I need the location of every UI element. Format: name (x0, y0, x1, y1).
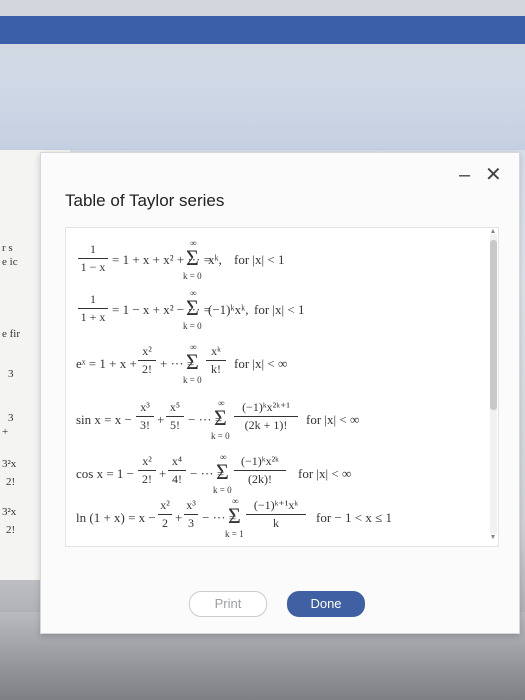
term-denominator: (2k)! (248, 472, 272, 486)
fraction-denominator: 3 (188, 516, 194, 530)
sigma-icon: Σ (214, 405, 227, 430)
bg-fragment: 2! (6, 476, 16, 488)
fraction-denominator: 5! (170, 418, 180, 432)
fraction: x³ 3 (184, 498, 198, 531)
fraction: x⁴ 4! (168, 454, 186, 487)
series-row-geometric: 1 1 − x = 1 + x + x² + ··· = ∞ Σ k = 0 x… (66, 238, 486, 288)
fraction: x² 2 (158, 498, 172, 531)
sigma-lower: k = 0 (211, 431, 230, 441)
lhs-fraction: 1 1 − x (78, 242, 108, 275)
bg-fragment: + (2, 426, 9, 438)
lhs-denominator: 1 + x (80, 310, 106, 324)
sigma-icon: Σ (186, 349, 199, 374)
fraction-numerator: x² (142, 344, 152, 358)
condition: for |x| < ∞ (234, 356, 288, 371)
fraction: x² 2! (138, 344, 156, 377)
sigma-lower: k = 0 (183, 321, 202, 331)
term-fraction: (−1)ᵏ⁺¹xᵏ k (246, 498, 306, 531)
lhs: cos x = 1 − (76, 466, 134, 481)
fraction-numerator: x² (142, 454, 152, 468)
bg-fragment: e fir (2, 328, 21, 340)
dialog-title: Table of Taylor series (65, 191, 225, 210)
minimize-button[interactable]: – (459, 165, 470, 185)
sigma-icon: Σ (186, 295, 199, 320)
lhs-numerator: 1 (90, 292, 96, 306)
term-numerator: xᵏ (211, 344, 221, 358)
series-row-logarithm: ln (1 + x) = x − x² 2 + x³ 3 − ··· = ∞ Σ… (66, 494, 486, 544)
lhs-numerator: 1 (90, 242, 96, 256)
close-button[interactable]: ✕ (485, 165, 502, 185)
sigma-lower: k = 1 (225, 529, 244, 539)
print-button[interactable]: Print (189, 591, 267, 617)
bg-fragment: 3²x (2, 458, 17, 470)
bg-fragment: 3 (8, 412, 14, 424)
lhs: eˣ = 1 + x + (76, 356, 137, 371)
condition: for |x| < 1 (254, 302, 305, 317)
bg-fragment: 3 (8, 368, 14, 380)
sigma-icon: Σ (216, 459, 229, 484)
lhs-denominator: 1 − x (80, 260, 106, 274)
lhs: sin x = x − (76, 412, 132, 427)
bg-fragment: r s (2, 242, 13, 254)
background-window-bar (0, 16, 525, 44)
plus-sign: + (159, 466, 167, 481)
fraction-numerator: x² (160, 498, 170, 512)
lhs-fraction: 1 1 + x (78, 292, 108, 325)
lhs: ln (1 + x) = x − (76, 510, 156, 525)
bg-fragment: 2! (6, 524, 16, 536)
fraction-numerator: x⁴ (171, 454, 183, 468)
term-denominator: (2k + 1)! (244, 418, 288, 432)
scrollbar-thumb[interactable] (490, 240, 497, 410)
taylor-series-dialog: – ✕ Table of Taylor series ▲ ▼ 1 1 − x =… (40, 152, 520, 634)
fraction-numerator: x⁵ (169, 400, 181, 414)
fraction: x² 2! (138, 454, 156, 487)
term-numerator: (−1)ᵏ⁺¹xᵏ (253, 498, 299, 512)
fraction-denominator: 2 (162, 516, 168, 530)
term-numerator: (−1)ᵏx²ᵏ (241, 454, 279, 468)
term-numerator: (−1)ᵏx²ᵏ⁺¹ (242, 400, 290, 414)
condition: for |x| < ∞ (306, 412, 360, 427)
bg-fragment: e ic (2, 256, 18, 268)
fraction-numerator: x³ (186, 498, 196, 512)
scrollbar[interactable] (490, 234, 497, 534)
sigma-lower: k = 0 (183, 271, 202, 281)
series-table[interactable]: ▲ ▼ 1 1 − x = 1 + x + x² + ··· = ∞ Σ k =… (65, 227, 499, 547)
term: (−1)ᵏxᵏ, (208, 302, 249, 317)
term-denominator: k! (211, 362, 221, 376)
fraction: x⁵ 5! (166, 400, 184, 433)
term-fraction: (−1)ᵏx²ᵏ (2k)! (234, 454, 286, 487)
done-button[interactable]: Done (287, 591, 365, 617)
term-fraction: (−1)ᵏx²ᵏ⁺¹ (2k + 1)! (234, 400, 298, 433)
term-fraction: xᵏ k! (206, 344, 226, 377)
plus-sign: + (157, 412, 165, 427)
sigma-lower: k = 0 (183, 375, 202, 385)
series-row-cosine: cos x = 1 − x² 2! + x⁴ 4! − ··· = ∞ Σ k … (66, 450, 486, 500)
term-denominator: k (273, 516, 279, 530)
condition: for |x| < ∞ (298, 466, 352, 481)
fraction-denominator: 3! (140, 418, 150, 432)
series-row-sine: sin x = x − x³ 3! + x⁵ 5! − ··· = ∞ Σ k … (66, 396, 486, 446)
term: xᵏ, (208, 252, 222, 267)
fraction-numerator: x³ (140, 400, 150, 414)
bg-fragment: 3²x (2, 506, 17, 518)
fraction: x³ 3! (136, 400, 154, 433)
condition: for |x| < 1 (234, 252, 285, 267)
background-top (0, 0, 525, 150)
fraction-denominator: 2! (142, 362, 152, 376)
sigma-icon: Σ (186, 245, 199, 270)
condition: for − 1 < x ≤ 1 (316, 510, 392, 525)
fraction-denominator: 4! (172, 472, 182, 486)
scroll-down-icon[interactable]: ▼ (489, 534, 497, 541)
sigma-icon: Σ (228, 503, 241, 528)
series-row-exponential: eˣ = 1 + x + x² 2! + ··· = ∞ Σ k = 0 xᵏ … (66, 340, 486, 390)
fraction-denominator: 2! (142, 472, 152, 486)
plus-sign: + (175, 510, 183, 525)
series-row-alternating: 1 1 + x = 1 − x + x² − ··· = ∞ Σ k = 0 (… (66, 288, 486, 338)
